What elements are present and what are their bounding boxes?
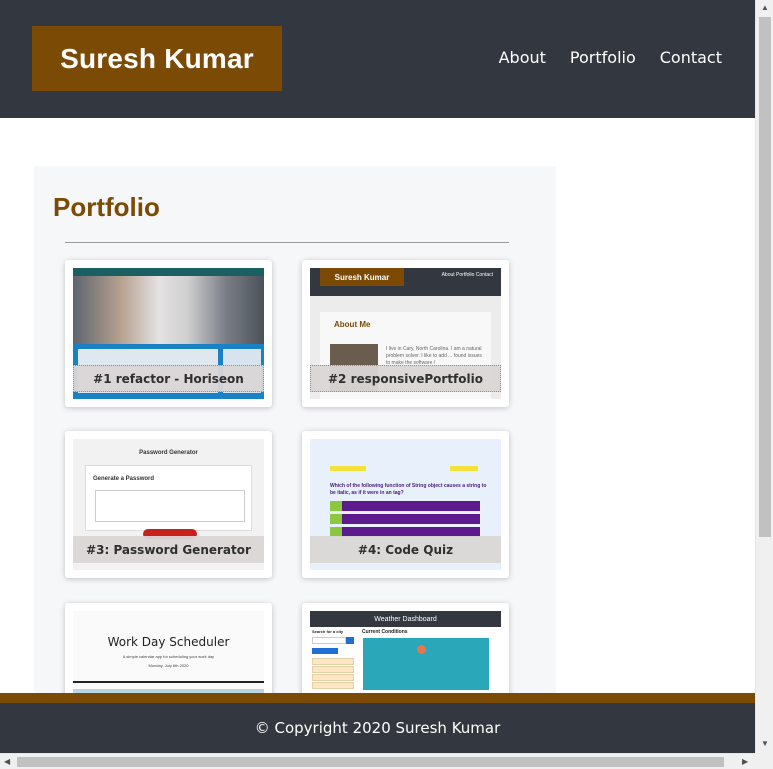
weather-sun-icon [417,645,426,654]
section-divider [65,242,509,243]
city-history-item [312,682,354,689]
quiz-question: Which of the following function of Strin… [330,483,487,496]
city-history-item [312,658,354,665]
weather-header: Weather Dashboard [310,611,501,627]
page-viewport: Suresh Kumar About Portfolio Contact Por… [0,0,755,753]
project-thumbnail: Suresh Kumar About Portfolio Contact Abo… [310,268,501,399]
nav-link-contact[interactable]: Contact [660,48,722,67]
footer-stripe [0,693,755,703]
project-thumbnail: Which of the following function of Strin… [310,439,501,570]
card-label: #4: Code Quiz [310,536,501,563]
section-title: Portfolio [53,192,160,222]
quiz-option [330,501,480,511]
mini-nav: About Portfolio Contact [441,272,493,278]
vertical-scroll-thumb[interactable] [759,17,771,537]
main-nav: About Portfolio Contact [475,48,722,67]
scheduler-date: Monday, July 6th 2020 [148,663,189,668]
portfolio-section: Portfolio #1 refactor - Horiseon Suresh … [34,166,556,750]
project-thumbnail: Password Generator Generate a Password #… [73,439,264,570]
mini-brand: Suresh Kumar [320,268,404,286]
main-content: Portfolio #1 refactor - Horiseon Suresh … [0,118,755,750]
scrollbar-corner [755,753,773,769]
quiz-option [330,514,480,524]
brand-logo[interactable]: Suresh Kumar [32,26,282,91]
current-conditions-card [363,638,489,690]
option-number [330,514,342,524]
portfolio-card-password-generator[interactable]: Password Generator Generate a Password #… [65,431,272,578]
horiseon-header [73,268,264,276]
scroll-left-icon[interactable]: ◀ [4,758,10,766]
site-footer: © Copyright 2020 Suresh Kumar [0,703,755,753]
copyright-text: © Copyright 2020 Suresh Kumar [254,719,501,737]
pg-title: Password Generator [139,450,198,456]
about-text: I live in Cary, North Carolina. I am a n… [386,346,482,366]
scheduler-title: Work Day Scheduler [107,635,230,649]
high-scores-link [330,466,366,471]
brand-name: Suresh Kumar [60,42,254,74]
portfolio-card-horiseon[interactable]: #1 refactor - Horiseon [65,260,272,407]
card-label: #2 responsivePortfolio [310,365,501,392]
pg-subtitle: Generate a Password [93,476,155,482]
pg-output-field [95,490,245,522]
quiz-timer [450,466,478,471]
team-photo [73,276,264,344]
scroll-down-icon[interactable]: ▼ [761,740,769,748]
card-label: #3: Password Generator [73,536,264,563]
nav-link-portfolio[interactable]: Portfolio [570,48,636,67]
card-label: #1 refactor - Horiseon [73,365,264,392]
portfolio-card-code-quiz[interactable]: Which of the following function of Strin… [302,431,509,578]
current-conditions-title: Current Conditions [362,629,408,635]
project-thumbnail: #1 refactor - Horiseon [73,268,264,399]
nav-link-about[interactable]: About [499,48,546,67]
clear-history-button [312,648,338,654]
scroll-up-icon[interactable]: ▲ [761,4,769,12]
search-label: Search for a city [312,629,344,634]
site-header: Suresh Kumar About Portfolio Contact [0,0,755,118]
horizontal-scroll-thumb[interactable] [17,757,724,767]
about-title: About Me [334,320,371,329]
horizontal-scrollbar[interactable]: ◀ ▶ [0,753,755,769]
search-icon [346,637,354,644]
scroll-right-icon[interactable]: ▶ [742,758,748,766]
city-search-input [312,637,346,644]
portfolio-card-responsive[interactable]: Suresh Kumar About Portfolio Contact Abo… [302,260,509,407]
vertical-scrollbar[interactable]: ▲ ▼ [755,0,773,753]
scheduler-divider [73,681,264,683]
option-number [330,501,342,511]
scheduler-subtitle: A simple calendar app for scheduling you… [122,654,215,659]
city-history-item [312,666,354,673]
city-history-item [312,674,354,681]
